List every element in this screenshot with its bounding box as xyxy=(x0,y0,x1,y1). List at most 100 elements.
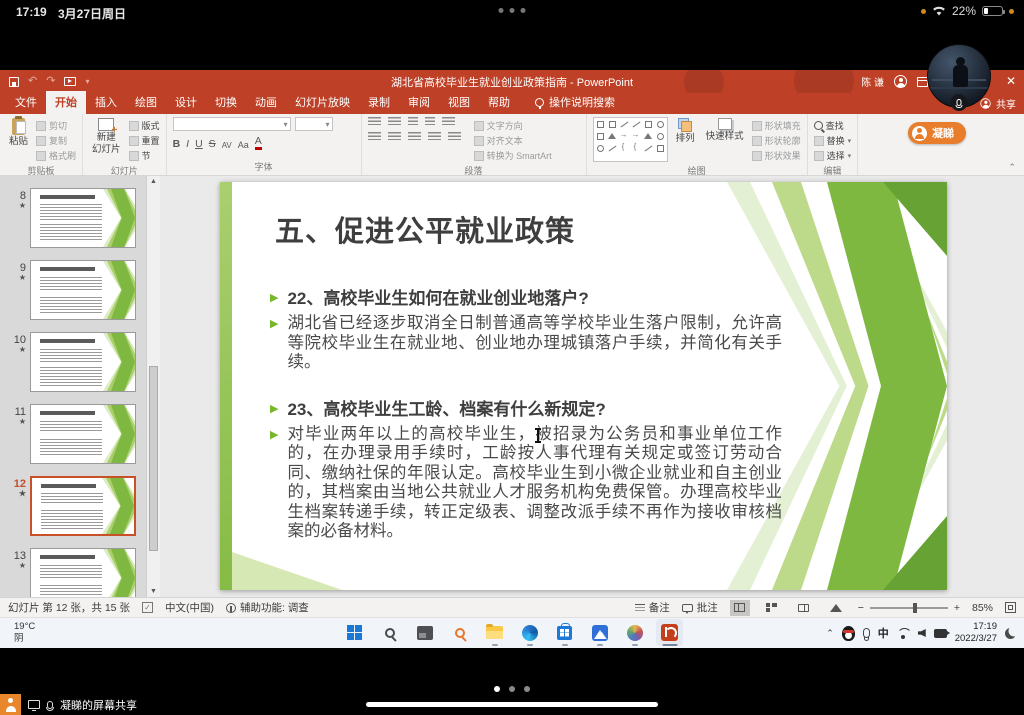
language-indicator[interactable]: 中文(中国) xyxy=(165,600,214,615)
dark-app-button[interactable] xyxy=(411,619,438,646)
numbering-button[interactable] xyxy=(388,117,401,127)
scrollbar-thumb[interactable] xyxy=(149,366,158,551)
decrease-indent-button[interactable] xyxy=(408,117,418,127)
microphone-tray-icon[interactable] xyxy=(863,628,870,638)
fit-slide-to-window-button[interactable] xyxy=(1005,602,1016,613)
close-window-button[interactable]: ✕ xyxy=(1006,74,1016,88)
cut-button[interactable]: 剪切 xyxy=(36,119,76,132)
zoom-out-button[interactable]: − xyxy=(858,602,864,614)
redo-icon[interactable]: ↷ xyxy=(46,76,55,87)
slide-body-text[interactable]: ▶ 22、高校毕业生如何在就业创业地落户? ▶ 湖北省已经逐步取消全日制普通高等… xyxy=(270,288,782,542)
text-direction-button[interactable]: 文字方向 xyxy=(474,119,552,132)
blue-m-app-button[interactable] xyxy=(586,619,613,646)
shapes-gallery[interactable] xyxy=(593,117,668,162)
weather-widget[interactable]: 19°C 阴 xyxy=(14,621,35,646)
qat-customize-caret-icon[interactable]: ▾ xyxy=(85,78,89,86)
tab-review[interactable]: 审阅 xyxy=(399,91,439,114)
slide-12-thumbnail-selected[interactable] xyxy=(30,476,136,536)
normal-view-button[interactable] xyxy=(730,600,750,616)
microsoft-store-button[interactable] xyxy=(551,619,578,646)
tell-me-search[interactable]: 操作说明搜索 xyxy=(535,94,615,114)
start-slideshow-icon[interactable] xyxy=(64,77,76,86)
font-size-combobox[interactable]: ▾ xyxy=(295,117,333,131)
tab-slideshow[interactable]: 幻灯片放映 xyxy=(286,91,359,114)
save-icon[interactable] xyxy=(9,77,19,87)
slide-counter[interactable]: 幻灯片 第 12 张，共 15 张 xyxy=(8,600,130,615)
find-button[interactable]: 查找 xyxy=(814,119,852,132)
slide-13-thumbnail[interactable] xyxy=(30,548,136,597)
bold-button[interactable]: B xyxy=(173,138,181,150)
zoom-slider[interactable] xyxy=(870,607,948,609)
new-slide-button[interactable]: 新建 幻灯片 xyxy=(89,117,124,162)
camera-tray-icon[interactable] xyxy=(934,629,947,638)
file-explorer-button[interactable] xyxy=(481,619,508,646)
current-slide[interactable]: 五、促进公平就业政策 ▶ 22、高校毕业生如何在就业创业地落户? ▶ 湖北省已经… xyxy=(220,182,947,590)
tab-record[interactable]: 录制 xyxy=(359,91,399,114)
search-button[interactable] xyxy=(376,619,403,646)
replace-button[interactable]: 替换 ▾ xyxy=(814,134,852,147)
slide-title[interactable]: 五、促进公平就业政策 xyxy=(275,208,575,250)
share-button[interactable]: 共享 xyxy=(979,96,1016,111)
character-spacing-button[interactable]: AV xyxy=(222,141,232,150)
accessibility-status[interactable]: 辅助功能: 调查 xyxy=(226,600,309,615)
increase-indent-button[interactable] xyxy=(425,117,435,127)
zoom-in-button[interactable]: + xyxy=(954,602,960,614)
tab-draw[interactable]: 绘图 xyxy=(126,91,166,114)
scroll-up-icon[interactable]: ▲ xyxy=(147,178,160,185)
powerpoint-taskbar-button[interactable] xyxy=(656,619,683,646)
font-color-button[interactable]: A xyxy=(255,135,262,150)
everything-search-button[interactable] xyxy=(446,619,473,646)
tab-view[interactable]: 视图 xyxy=(439,91,479,114)
taskbar-clock[interactable]: 17:19 2022/3/27 xyxy=(955,621,997,645)
paste-button[interactable]: 粘贴 xyxy=(6,117,31,162)
align-right-button[interactable] xyxy=(408,132,421,142)
comments-button[interactable]: 批注 xyxy=(682,600,718,615)
focus-assist-moon-icon[interactable] xyxy=(1005,628,1016,639)
spell-check-icon[interactable]: ✓ xyxy=(142,602,153,613)
shape-effects-button[interactable]: 形状效果 xyxy=(752,149,801,162)
zoom-slider-handle[interactable] xyxy=(913,603,917,613)
ningdi-overlay-button[interactable]: 凝睇 xyxy=(908,122,966,144)
tab-file[interactable]: 文件 xyxy=(6,91,46,114)
arrange-button[interactable]: 排列 xyxy=(673,117,698,162)
underline-button[interactable]: U xyxy=(195,138,203,150)
bullets-button[interactable] xyxy=(368,117,381,127)
align-left-button[interactable] xyxy=(368,132,381,142)
tab-insert[interactable]: 插入 xyxy=(86,91,126,114)
tab-home[interactable]: 开始 xyxy=(46,91,86,114)
align-text-button[interactable]: 对齐文本 xyxy=(474,134,552,147)
slideshow-view-button[interactable] xyxy=(826,600,846,616)
line-spacing-button[interactable] xyxy=(442,117,455,127)
tab-animations[interactable]: 动画 xyxy=(246,91,286,114)
qq-tray-icon[interactable] xyxy=(842,626,855,641)
account-avatar-icon[interactable] xyxy=(894,75,907,88)
shape-outline-button[interactable]: 形状轮廓 xyxy=(752,134,801,147)
format-painter-button[interactable]: 格式刷 xyxy=(36,149,76,162)
undo-icon[interactable]: ↶ xyxy=(28,76,37,87)
justify-button[interactable] xyxy=(428,132,441,142)
wifi-tray-icon[interactable] xyxy=(897,628,910,638)
sharer-avatar-tile[interactable] xyxy=(0,694,21,715)
reset-button[interactable]: 重置 xyxy=(129,134,160,147)
notes-button[interactable]: 备注 xyxy=(635,600,670,615)
tab-help[interactable]: 帮助 xyxy=(479,91,519,114)
edge-browser-button[interactable] xyxy=(516,619,543,646)
webcam-preview-overlay[interactable] xyxy=(927,44,991,108)
thumbnail-scrollbar[interactable]: ▲ ▼ xyxy=(146,176,160,597)
convert-smartart-button[interactable]: 转换为 SmartArt xyxy=(474,149,552,162)
meeting-app-button[interactable] xyxy=(621,619,648,646)
tab-transitions[interactable]: 切换 xyxy=(206,91,246,114)
mic-active-badge[interactable] xyxy=(951,94,968,111)
select-button[interactable]: 选择 ▾ xyxy=(814,149,852,162)
volume-tray-icon[interactable] xyxy=(918,629,926,637)
section-button[interactable]: 节 xyxy=(129,149,160,162)
change-case-button[interactable]: Aa xyxy=(238,140,249,150)
slide-11-thumbnail[interactable] xyxy=(30,404,136,464)
columns-button[interactable] xyxy=(448,132,461,142)
copy-button[interactable]: 复制 xyxy=(36,134,76,147)
slide-9-thumbnail[interactable] xyxy=(30,260,136,320)
collapse-ribbon-icon[interactable]: ⌃ xyxy=(1008,162,1016,173)
strikethrough-button[interactable]: S xyxy=(209,138,216,150)
layout-button[interactable]: 版式 xyxy=(129,119,160,132)
signed-in-user[interactable]: 陈 谦 xyxy=(861,74,884,89)
